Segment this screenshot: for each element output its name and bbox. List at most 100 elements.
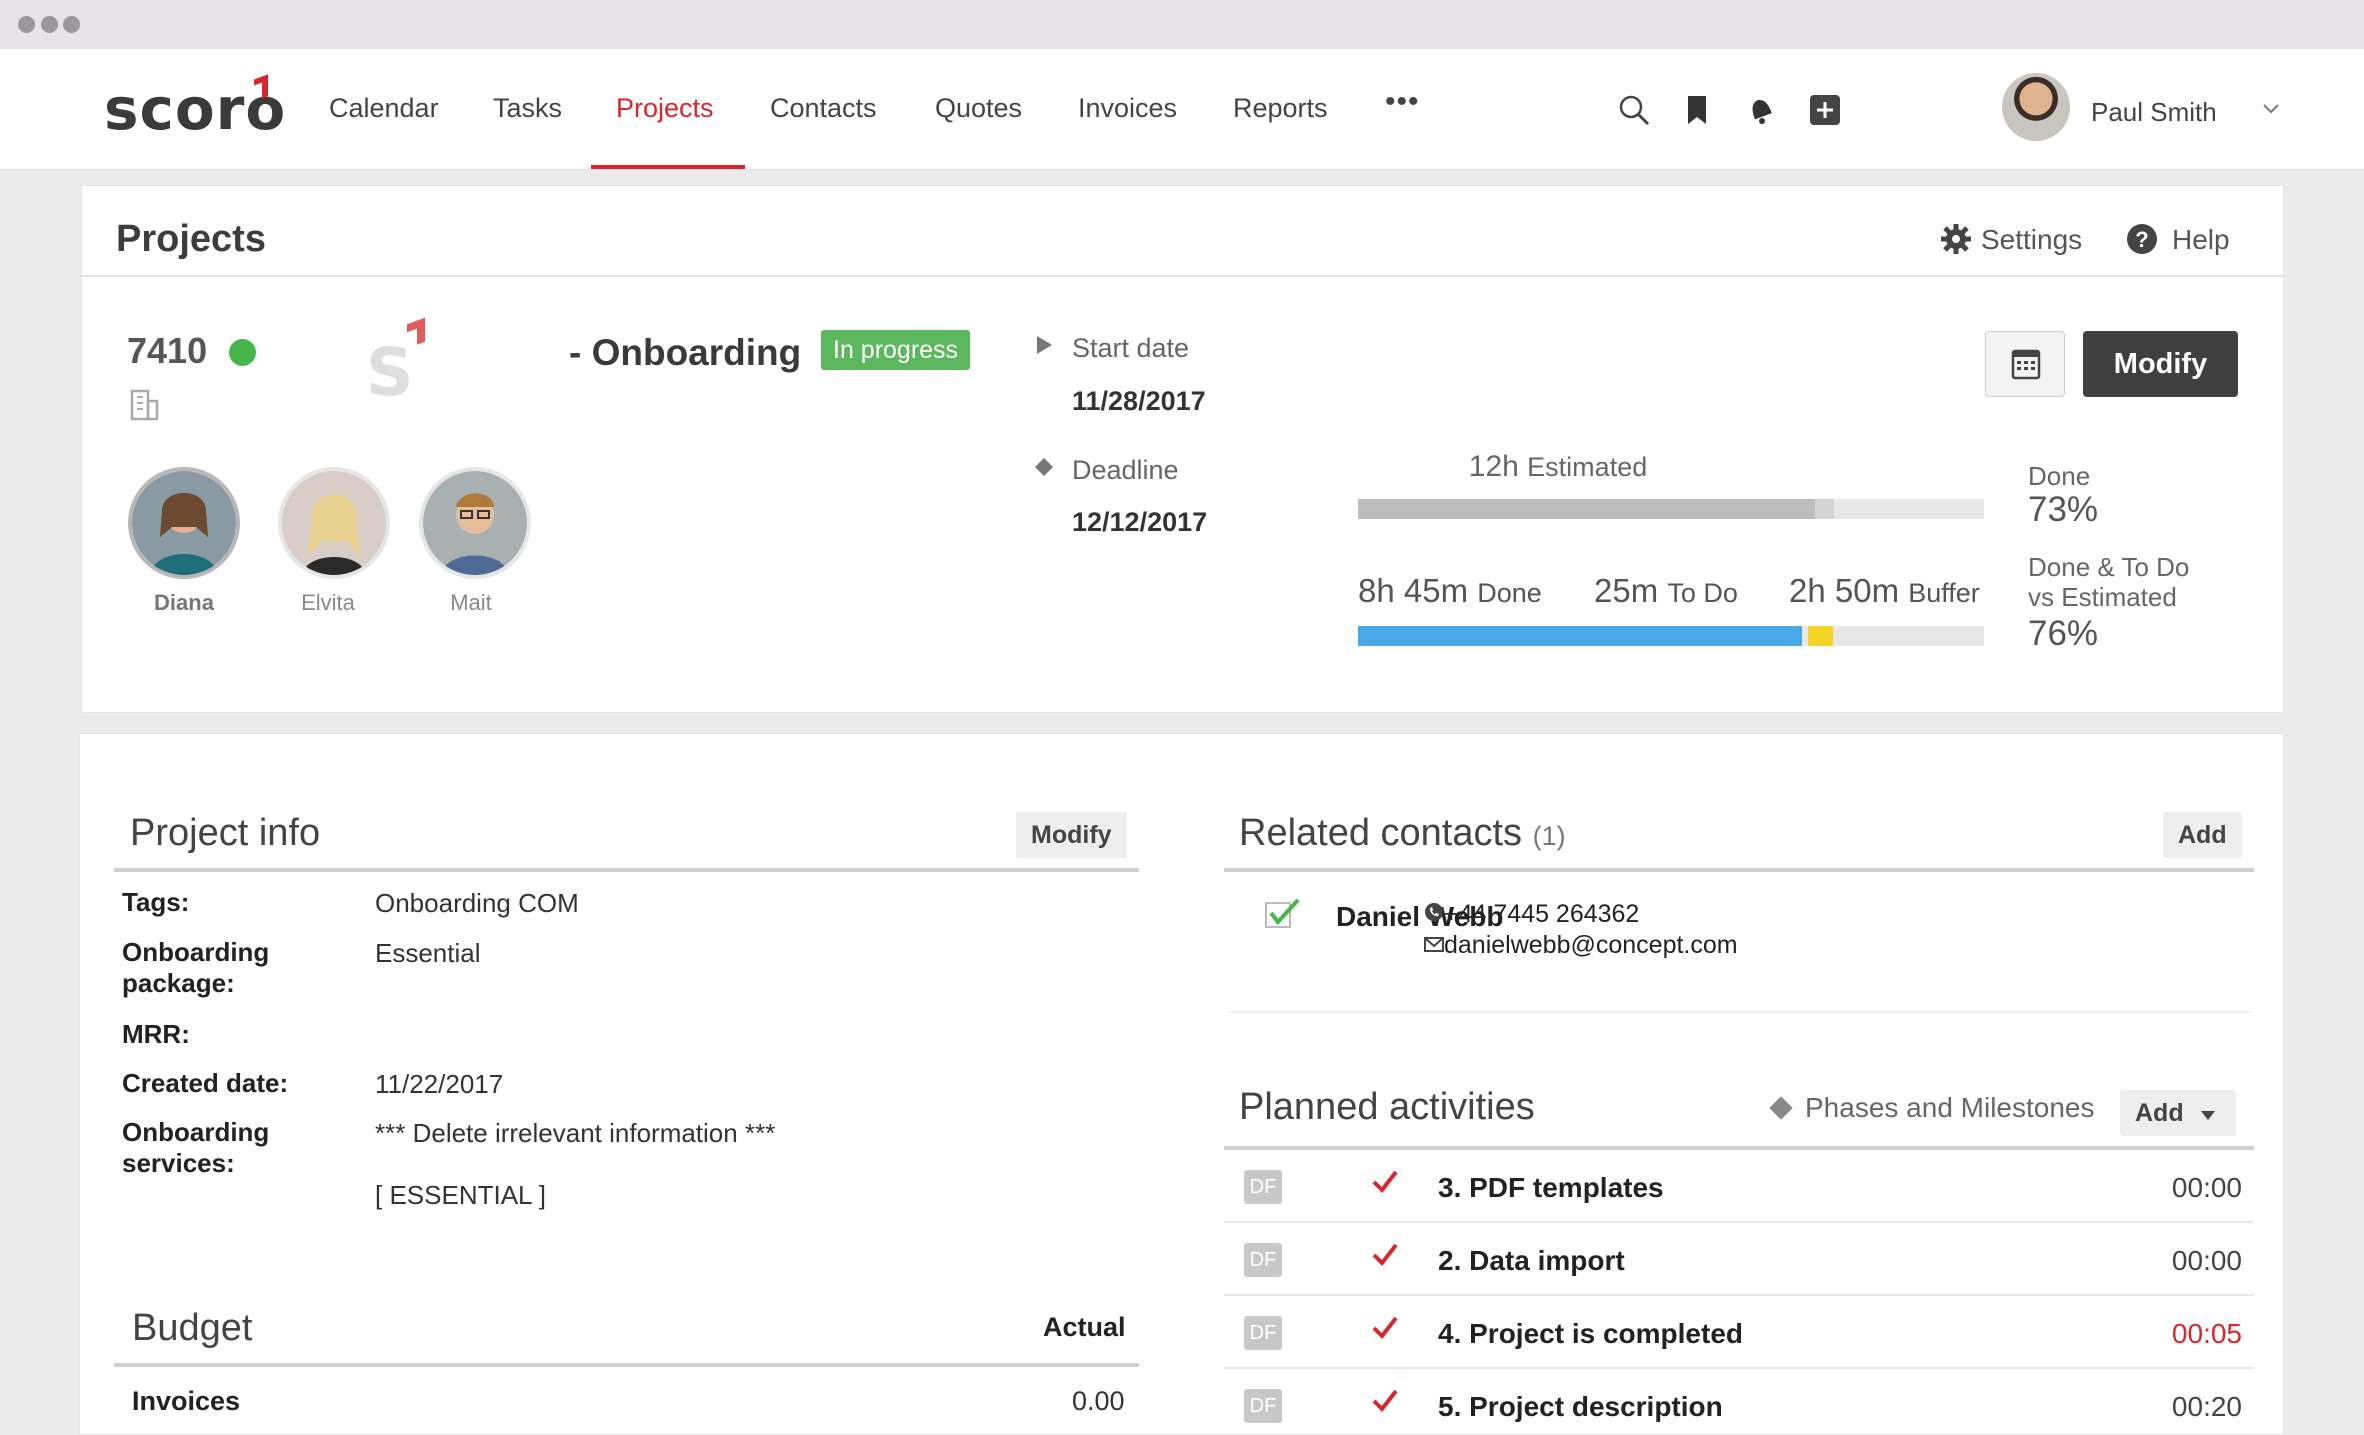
- deadline-value: 12/12/2017: [1072, 507, 1208, 537]
- activity-row[interactable]: DF 2. Data import 00:00: [1224, 1223, 2254, 1296]
- info-label-package: Onboarding package:: [122, 937, 270, 998]
- nav-calendar[interactable]: Calendar: [329, 93, 439, 124]
- add-contact-button[interactable]: Add: [2163, 812, 2242, 858]
- team-member-name: Diana: [154, 590, 214, 615]
- contact-phone[interactable]: +44 7445 264362: [1444, 900, 1639, 929]
- top-navigation: scoro Calendar Tasks Projects Contacts Q…: [0, 49, 2364, 170]
- activity-name[interactable]: 2. Data import: [1438, 1245, 1625, 1277]
- activity-row[interactable]: DF 3. PDF templates 00:00: [1224, 1150, 2254, 1223]
- start-date-value: 11/28/2017: [1072, 386, 1206, 416]
- window-maximize-button[interactable]: [63, 16, 80, 33]
- nav-active-underline: [591, 165, 745, 169]
- team-avatar-mait[interactable]: [419, 467, 531, 579]
- todo-time-caption: To Do: [1667, 578, 1738, 608]
- done-time-caption: Done: [1477, 578, 1542, 608]
- team-avatar-elvita[interactable]: [278, 467, 390, 579]
- team-member-name: Elvita: [301, 590, 355, 615]
- bell-icon[interactable]: [1743, 93, 1777, 127]
- nav-contacts[interactable]: Contacts: [770, 93, 877, 124]
- activity-row[interactable]: DF 5. Project description 00:20: [1224, 1369, 2254, 1435]
- calendar-button[interactable]: [1985, 331, 2065, 397]
- activity-badge: DF: [1244, 1389, 1282, 1423]
- nav-more-button[interactable]: •••: [1385, 85, 1420, 119]
- add-activity-label: Add: [2135, 1099, 2184, 1127]
- nav-projects[interactable]: Projects: [616, 93, 714, 124]
- building-icon[interactable]: [129, 389, 159, 421]
- done-time-label: 8h 45m Done: [1358, 572, 1542, 610]
- add-activity-button[interactable]: Add: [2120, 1090, 2236, 1136]
- nav-tasks[interactable]: Tasks: [493, 93, 562, 124]
- user-avatar[interactable]: [2002, 73, 2070, 141]
- envelope-icon: [1424, 937, 1444, 952]
- done-time-segment: [1358, 626, 1803, 646]
- section-divider: [114, 868, 1139, 872]
- related-contacts-count: (1): [1532, 821, 1566, 851]
- done-percent: 73%: [2028, 490, 2099, 529]
- gear-icon[interactable]: [1939, 222, 1973, 256]
- done-time-value: 8h 45m: [1358, 572, 1469, 609]
- help-link[interactable]: Help: [2172, 224, 2230, 256]
- todo-time-segment: [1808, 626, 1834, 646]
- contacts-divider: [1230, 1011, 2250, 1013]
- activity-name[interactable]: 3. PDF templates: [1438, 1172, 1664, 1204]
- play-triangle-icon: [1037, 336, 1052, 354]
- contact-email[interactable]: danielwebb@concept.com: [1444, 931, 1738, 960]
- settings-link[interactable]: Settings: [1981, 224, 2082, 256]
- window-titlebar: [0, 0, 2364, 49]
- done-label: Done: [2028, 461, 2091, 491]
- buffer-time-label: 2h 50m Buffer: [1789, 572, 1980, 610]
- checkmark-icon[interactable]: [1371, 1242, 1399, 1268]
- help-icon[interactable]: ?: [2125, 222, 2159, 256]
- activity-row[interactable]: DF 4. Project is completed 00:05: [1224, 1296, 2254, 1369]
- activity-time: 00:20: [2171, 1391, 2242, 1422]
- estimated-value: 12h: [1468, 450, 1519, 483]
- info-label-tags: Tags:: [122, 887, 190, 917]
- vs-estimated-label-line2: vs Estimated: [2028, 582, 2177, 612]
- activity-badge: DF: [1244, 1243, 1282, 1277]
- budget-row-label: Invoices: [132, 1386, 241, 1416]
- diamond-icon: [1035, 458, 1053, 476]
- activity-time-overdue: 00:05: [2171, 1318, 2242, 1349]
- project-details-panel: Project info Modify Tags: Onboarding COM…: [79, 733, 2284, 1435]
- section-divider: [1224, 868, 2254, 872]
- client-logo-mark-icon: [407, 317, 425, 349]
- activity-name[interactable]: 4. Project is completed: [1438, 1318, 1743, 1350]
- checkmark-icon[interactable]: [1371, 1169, 1399, 1195]
- search-icon[interactable]: [1617, 93, 1651, 127]
- diamond-icon: [1769, 1096, 1793, 1120]
- phases-milestones-filter[interactable]: Phases and Milestones: [1805, 1092, 2095, 1124]
- add-new-icon[interactable]: [1808, 93, 1842, 127]
- info-value-package: Essential: [375, 938, 481, 968]
- info-value-services: *** Delete irrelevant information ***: [375, 1118, 776, 1148]
- info-value-tags: Onboarding COM: [375, 888, 579, 918]
- info-label-created: Created date:: [122, 1068, 289, 1098]
- user-name[interactable]: Paul Smith: [2091, 97, 2217, 128]
- start-date-label: Start date: [1072, 333, 1190, 363]
- activity-name[interactable]: 5. Project description: [1438, 1391, 1723, 1423]
- svg-text:?: ?: [2135, 227, 2148, 252]
- planned-activities-title: Planned activities: [1239, 1086, 1535, 1128]
- panel-header: Projects Settings ? Help: [82, 186, 2283, 277]
- time-breakdown-bar: [1358, 626, 1984, 646]
- checkmark-icon[interactable]: [1371, 1388, 1399, 1414]
- chevron-down-icon[interactable]: [2262, 99, 2280, 117]
- modify-project-button[interactable]: Modify: [2083, 331, 2238, 397]
- checkmark-icon[interactable]: [1371, 1315, 1399, 1341]
- info-label-services: Onboarding services:: [122, 1117, 270, 1178]
- window-minimize-button[interactable]: [41, 16, 58, 33]
- nav-reports[interactable]: Reports: [1233, 93, 1328, 124]
- bookmark-icon[interactable]: [1680, 93, 1714, 127]
- team-avatar-diana[interactable]: [128, 467, 240, 579]
- todo-time-label: 25m To Do: [1594, 572, 1738, 610]
- window-close-button[interactable]: [18, 16, 35, 33]
- checkmark-icon[interactable]: [1265, 897, 1301, 929]
- team-member-name: Mait: [450, 590, 492, 615]
- nav-invoices[interactable]: Invoices: [1078, 93, 1177, 124]
- project-id: 7410: [127, 330, 208, 371]
- project-info-modify-button[interactable]: Modify: [1016, 812, 1127, 858]
- budget-row-value: 0.00: [1072, 1386, 1125, 1416]
- calendar-icon: [2011, 349, 2041, 380]
- section-divider: [114, 1363, 1139, 1367]
- estimate-progress-bar: [1358, 499, 1984, 519]
- nav-quotes[interactable]: Quotes: [935, 93, 1022, 124]
